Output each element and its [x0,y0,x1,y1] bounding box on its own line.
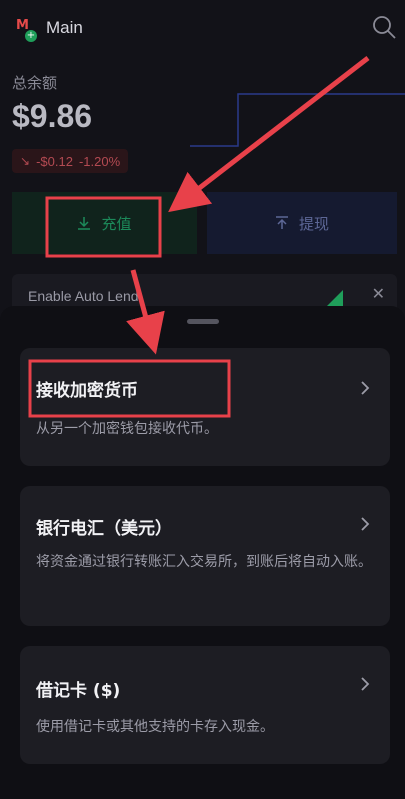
chevron-right-icon [361,677,370,691]
sheet-drag-handle[interactable] [187,319,219,324]
change-amount: -$0.12 [36,153,73,169]
balance-value: $9.86 [12,98,93,134]
arrow-down-right-icon: ↘ [20,154,31,168]
upload-icon [275,216,288,229]
balance-label: 总余额 [12,74,58,92]
auto-lend-graphic [327,290,343,306]
auto-lend-label: Enable Auto Lend [28,288,139,304]
option-description: 将资金通过银行转账汇入交易所，到账后将自动入账。 [36,554,372,570]
withdraw-button[interactable]: 提现 [207,192,397,254]
chevron-right-icon [361,381,370,395]
balance-sparkline [190,93,405,147]
download-icon [78,217,91,230]
search-icon[interactable] [371,14,397,40]
close-icon[interactable]: ✕ [372,284,385,303]
account-name[interactable]: Main [46,18,83,38]
change-badge: ↘ -$0.12 -1.20% [12,149,129,173]
account-logo[interactable]: M + [12,16,38,42]
withdraw-label: 提现 [298,214,329,233]
option-title: 借记卡 ($) [36,681,121,701]
option-bank-wire[interactable]: 银行电汇（美元） 将资金通过银行转账汇入交易所，到账后将自动入账。 [20,486,390,626]
deposit-method-sheet: 接收加密货币 从另一个加密钱包接收代币。 银行电汇（美元） 将资金通过银行转账汇… [0,306,405,799]
deposit-button[interactable]: 充值 [12,192,197,254]
option-description: 使用借记卡或其他支持的卡存入现金。 [36,719,274,735]
top-bar: M + Main [12,14,397,44]
option-debit-card[interactable]: 借记卡 ($) 使用借记卡或其他支持的卡存入现金。 [20,646,390,764]
option-title: 银行电汇（美元） [36,519,172,539]
chevron-right-icon [361,517,370,531]
change-percent: -1.20% [78,153,121,169]
action-row: 充值 提现 [0,192,405,254]
plus-icon: + [25,30,37,42]
deposit-label: 充值 [101,214,132,233]
option-description: 从另一个加密钱包接收代币。 [36,421,218,437]
option-title: 接收加密货币 [36,381,138,401]
option-receive-crypto[interactable]: 接收加密货币 从另一个加密钱包接收代币。 [20,348,390,466]
